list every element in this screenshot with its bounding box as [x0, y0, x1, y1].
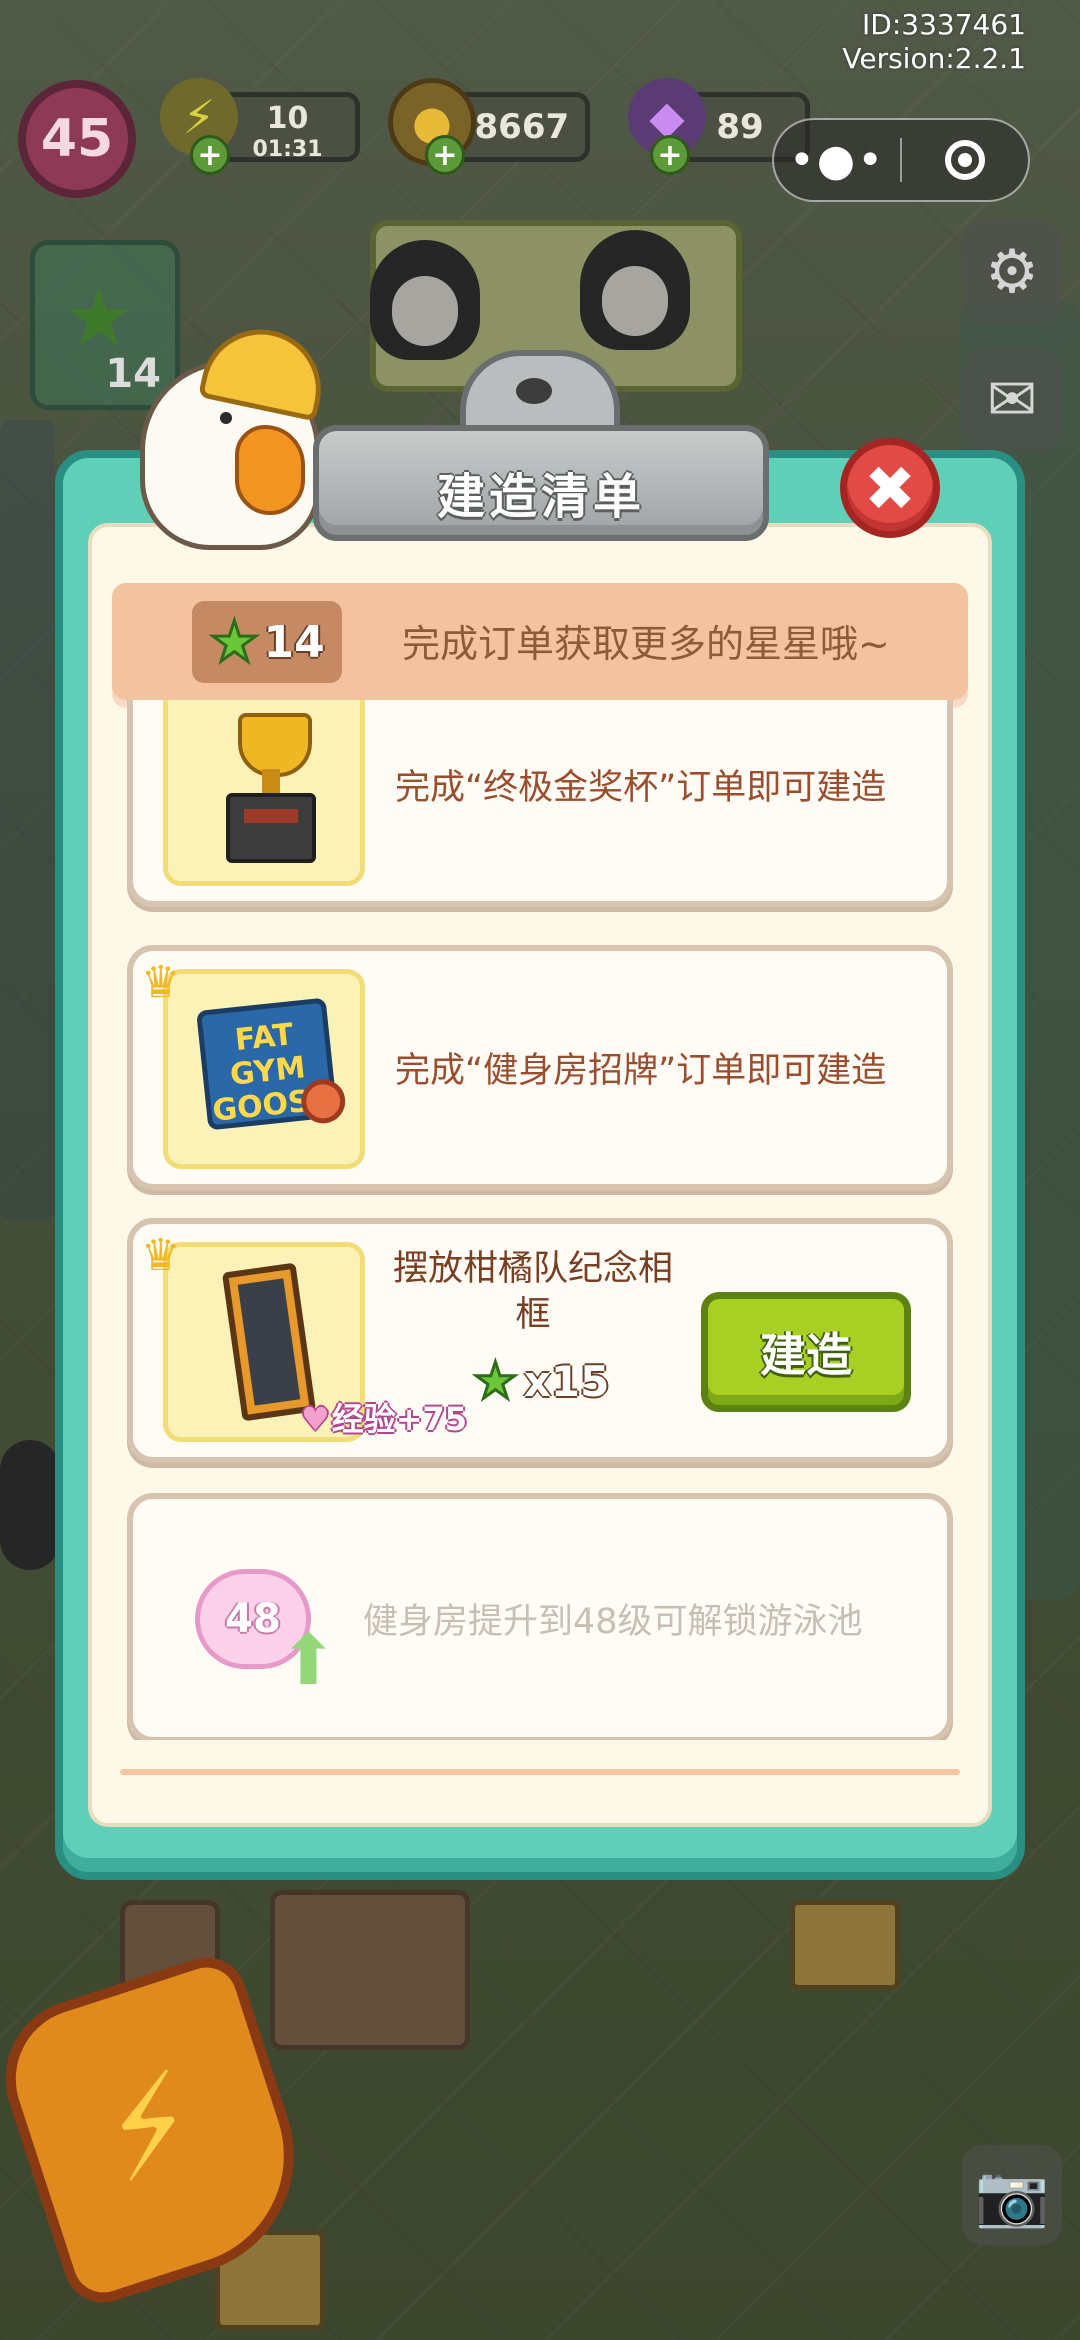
add-gems-button[interactable]: +	[650, 135, 690, 175]
cost-value: x15	[523, 1356, 610, 1406]
close-button[interactable]: ✖	[840, 438, 940, 538]
camera-button[interactable]: 📷	[962, 2145, 1062, 2245]
exp-reward-text: 经验+75	[331, 1400, 468, 1438]
version-text: Version:2.2.1	[842, 42, 1026, 75]
lightning-icon: ⚡	[82, 2041, 217, 2214]
star-icon: ★	[208, 608, 261, 676]
energy-counter[interactable]: 10 01:31	[215, 92, 360, 162]
crown-icon: ♛	[141, 1230, 181, 1281]
dialog-title-plate: 建造清单	[313, 425, 769, 541]
star-balance: ★ 14	[192, 601, 342, 683]
settings-button[interactable]: ⚙	[962, 222, 1062, 322]
gym-sign-icon: FAT GYM GOOSE	[196, 997, 348, 1131]
item-thumbnail: FAT GYM GOOSE	[163, 969, 365, 1169]
miniprogram-capsule: •●•	[772, 118, 1030, 202]
star-balance-value: 14	[263, 616, 325, 668]
trophy-icon	[226, 713, 316, 863]
player-id: ID:3337461	[862, 8, 1026, 41]
heart-icon: ♥	[301, 1400, 330, 1438]
build-button[interactable]: 建造	[701, 1292, 911, 1412]
item-requirement-text: 完成“健身房招牌”订单即可建造	[395, 1051, 887, 1091]
build-info: ID:3337461 Version:2.2.1	[842, 8, 1026, 76]
dialog-title: 建造清单	[436, 469, 645, 525]
add-energy-button[interactable]: +	[190, 135, 230, 175]
star-hint-text: 完成订单获取更多的星星哦~	[402, 622, 890, 666]
item-thumbnail	[163, 700, 365, 886]
list-item-gym-sign: FAT GYM GOOSE ♛ 完成“健身房招牌”订单即可建造	[127, 945, 953, 1190]
required-level: 48	[225, 1596, 281, 1642]
camera-icon: 📷	[974, 2160, 1050, 2231]
list-item-trophy: 完成“终极金奖杯”订单即可建造	[127, 700, 953, 907]
unlock-requirement-text: 健身房提升到48级可解锁游泳池	[363, 1601, 863, 1642]
gear-icon: ⚙	[985, 237, 1039, 307]
item-requirement-text: 完成“终极金奖杯”订单即可建造	[395, 768, 887, 808]
mail-button[interactable]: ✉	[962, 350, 1062, 450]
item-cost: ★ x15	[472, 1351, 610, 1412]
build-list[interactable]: 完成“终极金奖杯”订单即可建造 FAT GYM GOOSE ♛ 完成“健身房招牌…	[112, 700, 968, 1740]
more-options-button[interactable]: •●•	[774, 120, 900, 200]
crown-icon: ♛	[141, 957, 181, 1008]
player-level-badge[interactable]: 45	[18, 80, 136, 198]
envelope-icon: ✉	[986, 365, 1038, 435]
exp-reward: ♥经验+75	[301, 1394, 467, 1440]
more-dots-icon: •●•	[788, 134, 886, 186]
level-up-arrow-icon: ⬆	[279, 1619, 338, 1701]
close-icon: ✖	[864, 451, 916, 525]
list-item-photo-frame: ♛ ♥经验+75 摆放柑橘队纪念相框 ★ x15 建造	[127, 1218, 953, 1463]
close-miniprogram-button[interactable]	[902, 120, 1028, 200]
list-item-locked-pool: 48 ⬆ 健身房提升到48级可解锁游泳池	[127, 1493, 953, 1740]
item-title: 摆放柑橘队纪念相框	[392, 1249, 673, 1335]
target-circle-icon	[945, 140, 985, 180]
add-coins-button[interactable]: +	[425, 135, 465, 175]
duck-mascot	[140, 318, 340, 550]
star-balance-banner: ★ 14 完成订单获取更多的星星哦~	[112, 583, 968, 700]
energy-timer: 01:31	[252, 137, 323, 162]
star-icon: ★	[472, 1351, 520, 1412]
